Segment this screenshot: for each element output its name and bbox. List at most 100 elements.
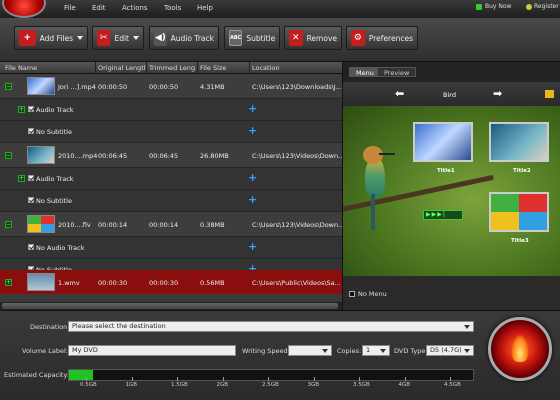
menu-actions[interactable]: Actions bbox=[122, 4, 148, 12]
add-file-icon: + bbox=[19, 30, 36, 46]
edit-button[interactable]: ✂ Edit bbox=[92, 26, 144, 50]
arrow-left-icon[interactable]: ⬅ bbox=[395, 88, 404, 99]
menu-thumb-3-label: Title3 bbox=[511, 238, 529, 244]
add-audio-icon[interactable]: + bbox=[248, 241, 257, 252]
cart-icon bbox=[476, 3, 482, 10]
column-original-length[interactable]: Original Length bbox=[98, 64, 145, 72]
file-location: C:\Users\123\Downloads\J... bbox=[252, 83, 342, 91]
expand-toggle[interactable]: + bbox=[18, 175, 25, 182]
horizontal-scrollbar[interactable] bbox=[0, 302, 342, 310]
column-location[interactable]: Location bbox=[252, 64, 340, 72]
volume-label-input[interactable]: My DVD bbox=[68, 345, 236, 356]
capacity-fill bbox=[69, 370, 94, 380]
register-link[interactable]: Register bbox=[526, 3, 559, 10]
tab-preview[interactable]: Preview bbox=[377, 67, 417, 77]
collapse-toggle[interactable]: − bbox=[5, 152, 12, 159]
capacity-tick-mark bbox=[177, 377, 178, 381]
menu-edit[interactable]: Edit bbox=[92, 4, 106, 12]
file-name: 2010....mp4 bbox=[58, 152, 98, 160]
add-subtitle-icon[interactable]: + bbox=[248, 125, 257, 136]
trimmed-length: 00:00:14 bbox=[149, 221, 179, 229]
menu-thumb-3[interactable] bbox=[489, 192, 549, 232]
audio-track-row[interactable]: No Audio Track + bbox=[0, 237, 342, 258]
file-row[interactable]: − 2010....flv 00:00:14 00:00:14 0.38MB C… bbox=[0, 212, 342, 236]
stepper-icon[interactable] bbox=[380, 349, 386, 353]
preferences-button[interactable]: ⚙ Preferences bbox=[346, 26, 418, 50]
original-length: 00:06:45 bbox=[98, 152, 128, 160]
menu-thumb-1-label: Title1 bbox=[437, 168, 455, 174]
original-length: 00:00:14 bbox=[98, 221, 128, 229]
subtitle-row[interactable]: No Subtitle + bbox=[0, 190, 342, 211]
capacity-tick-label: 4GB bbox=[398, 382, 411, 388]
video-thumbnail bbox=[27, 146, 55, 164]
dvd-type-label: DVD Type: bbox=[394, 347, 428, 355]
file-row[interactable]: − 2010....mp4 00:06:45 00:06:45 26.80MB … bbox=[0, 143, 342, 167]
copies-label: Copies: bbox=[337, 347, 362, 355]
app-logo bbox=[2, 0, 46, 18]
file-list: − Jori ...].mp4 00:00:50 00:00:50 4.31MB… bbox=[0, 74, 342, 310]
add-audio-icon[interactable]: + bbox=[248, 103, 257, 114]
audio-track-row[interactable]: + Audio Track + bbox=[0, 168, 342, 189]
capacity-tick-mark bbox=[404, 377, 406, 381]
add-files-button[interactable]: + Add Files bbox=[14, 26, 88, 50]
audio-track-checkbox[interactable] bbox=[28, 175, 34, 181]
subtitle-button[interactable]: ABC Subtitle bbox=[224, 26, 280, 50]
menu-tools[interactable]: Tools bbox=[164, 4, 181, 12]
chevron-down-icon[interactable] bbox=[133, 36, 139, 40]
column-file-size[interactable]: File Size bbox=[200, 64, 246, 72]
capacity-tick-label: 3.5GB bbox=[353, 382, 370, 388]
scrollbar-grip[interactable] bbox=[2, 303, 338, 309]
flame-icon bbox=[511, 334, 529, 362]
subtitle-row[interactable]: No Subtitle + bbox=[0, 121, 342, 142]
remove-button[interactable]: ✕ Remove bbox=[284, 26, 342, 50]
file-row[interactable]: − Jori ...].mp4 00:00:50 00:00:50 4.31MB… bbox=[0, 74, 342, 98]
audio-track-button[interactable]: ◀) Audio Track bbox=[149, 26, 219, 50]
column-trimmed-length[interactable]: Trimmed Length bbox=[149, 64, 195, 72]
burn-button[interactable] bbox=[488, 317, 552, 381]
original-length: 00:00:50 bbox=[98, 83, 128, 91]
audio-track-checkbox[interactable] bbox=[28, 244, 34, 250]
dvd-type-select[interactable]: D5 (4.7G) bbox=[426, 345, 474, 356]
chevron-down-icon bbox=[464, 349, 470, 353]
add-audio-icon[interactable]: + bbox=[248, 172, 257, 183]
destination-select[interactable]: Please select the destination bbox=[68, 321, 474, 332]
menu-help[interactable]: Help bbox=[197, 4, 213, 12]
trimmed-length: 00:00:50 bbox=[149, 83, 179, 91]
audio-track-checkbox[interactable] bbox=[28, 106, 34, 112]
writing-speed-select[interactable] bbox=[288, 345, 332, 356]
file-row-selected[interactable]: + 1.wmv 00:00:30 00:00:30 0.56MB C:\User… bbox=[0, 270, 342, 294]
audio-track-row[interactable]: + Audio Track + bbox=[0, 99, 342, 120]
play-controls[interactable]: ▶▶▶| bbox=[423, 210, 463, 220]
subtitle-label: No Subtitle bbox=[36, 197, 72, 205]
add-subtitle-icon[interactable]: + bbox=[248, 194, 257, 205]
buy-now-link[interactable]: Buy Now bbox=[476, 3, 511, 10]
writing-speed-label: Writing Speed: bbox=[242, 347, 290, 355]
volume-label-label: Volume Label: bbox=[22, 347, 68, 355]
edit-icon: ✂ bbox=[97, 30, 111, 46]
expand-toggle[interactable]: + bbox=[5, 279, 12, 286]
file-size: 0.38MB bbox=[200, 221, 225, 229]
no-menu-checkbox[interactable]: No Menu bbox=[349, 290, 387, 298]
expand-toggle[interactable]: + bbox=[18, 106, 25, 113]
copies-stepper[interactable]: 1 bbox=[362, 345, 390, 356]
audio-track-label: Audio Track bbox=[36, 106, 74, 114]
menu-thumb-2-label: Title2 bbox=[513, 168, 531, 174]
collapse-toggle[interactable]: − bbox=[5, 221, 12, 228]
subtitle-label: No Subtitle bbox=[36, 128, 72, 136]
chevron-down-icon[interactable] bbox=[77, 36, 83, 40]
subtitle-checkbox[interactable] bbox=[28, 128, 34, 134]
capacity-tick-mark bbox=[359, 377, 360, 381]
menu-thumb-2[interactable] bbox=[489, 122, 549, 162]
file-location: C:\Users\123\Videos\Down... bbox=[252, 221, 342, 229]
collapse-toggle[interactable]: − bbox=[5, 83, 12, 90]
arrow-right-icon[interactable]: ➡ bbox=[493, 88, 502, 99]
menu-file[interactable]: File bbox=[64, 4, 76, 12]
subtitle-checkbox[interactable] bbox=[28, 197, 34, 203]
capacity-tick-label: 4.5GB bbox=[444, 382, 461, 388]
menu-template-nav: ⬅ Bird ➡ bbox=[343, 82, 560, 106]
preview-panel: Menu Preview ⬅ Bird ➡ Title1 Title2 Titl… bbox=[342, 62, 560, 310]
column-file-name[interactable]: File Name bbox=[5, 64, 93, 72]
edit-template-icon[interactable] bbox=[545, 90, 554, 98]
capacity-tick-label: 0.5GB bbox=[80, 382, 97, 388]
menu-thumb-1[interactable] bbox=[413, 122, 473, 162]
